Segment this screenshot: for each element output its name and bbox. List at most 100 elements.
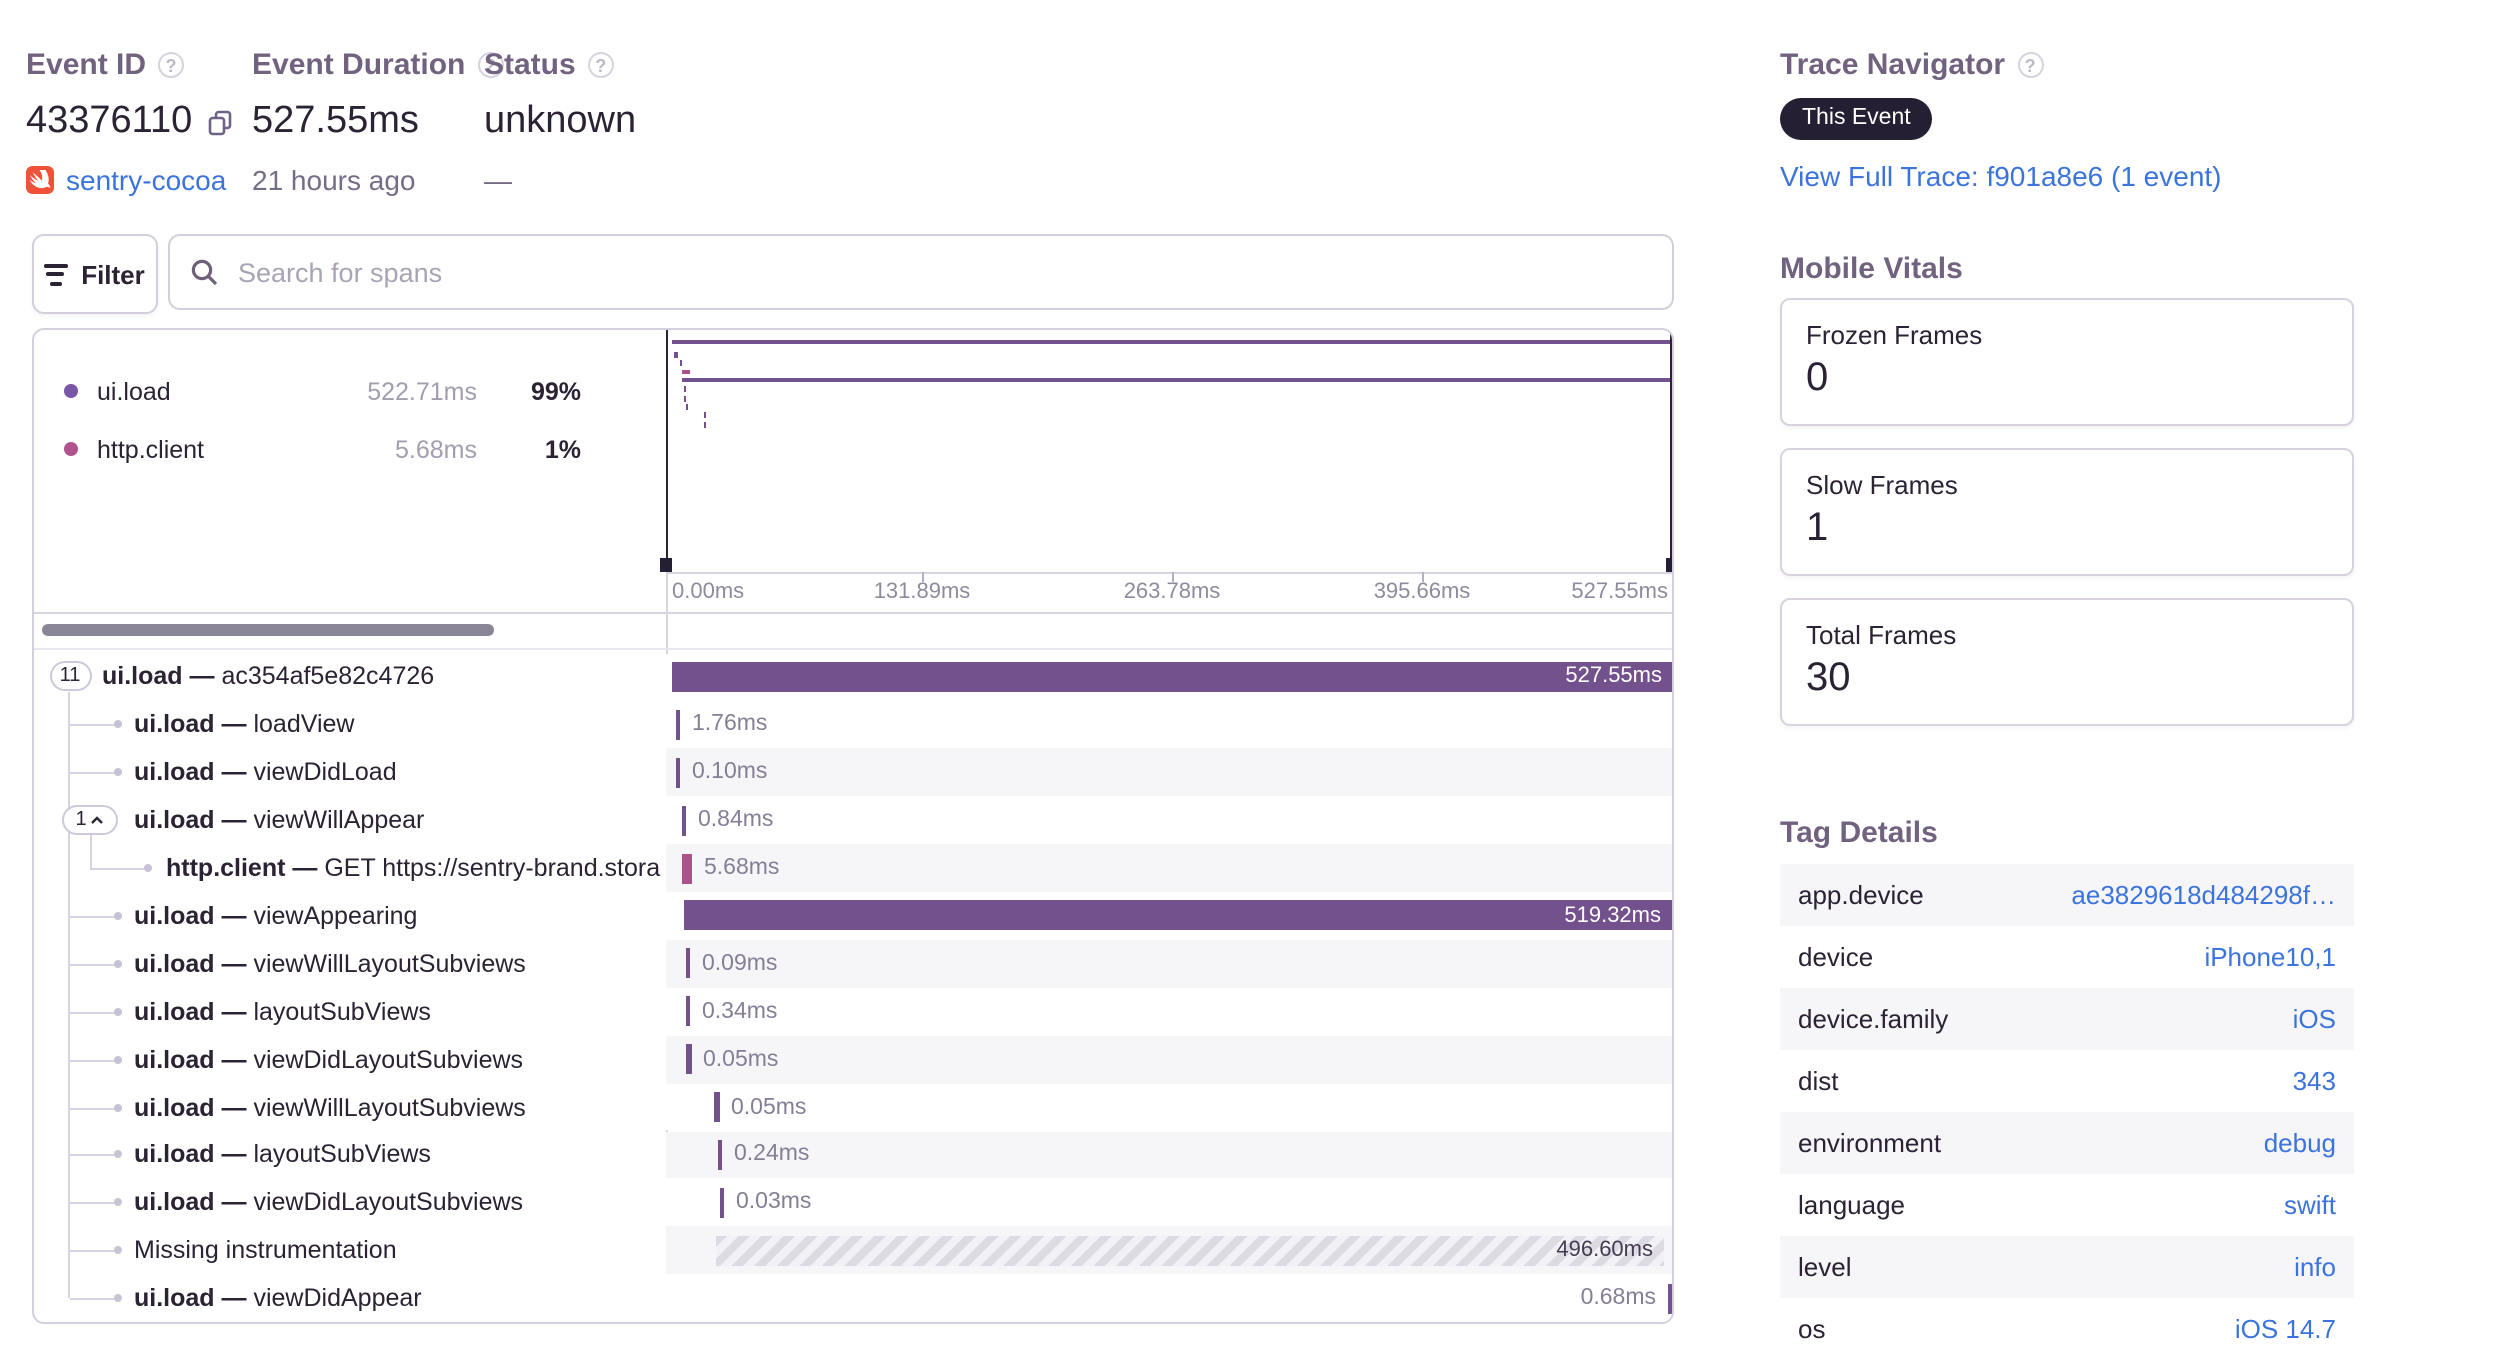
span-duration-label: 0.24ms: [734, 1142, 810, 1167]
tag-key: device: [1798, 941, 1874, 971]
span-row[interactable]: ui.load — viewDidLayoutSubviews 0.03ms: [33, 1178, 1672, 1227]
tag-value-link[interactable]: iOS: [2293, 987, 2336, 1049]
minimap-left-handle[interactable]: [665, 330, 668, 570]
tag-value-link[interactable]: swift: [2284, 1173, 2336, 1235]
scroll-row-border: [33, 648, 1672, 650]
axis-tick-label: 131.89ms: [873, 580, 971, 604]
filter-button[interactable]: Filter: [31, 234, 157, 314]
tag-value-link[interactable]: info: [2294, 1235, 2336, 1297]
minimap-right-handle-nub[interactable]: [1665, 557, 1673, 571]
tree-connector: [69, 724, 117, 727]
axis-tick-label: 395.66ms: [1373, 580, 1471, 604]
span-row[interactable]: ui.load — viewDidLayoutSubviews 0.05ms: [33, 1035, 1672, 1084]
span-row-background: [665, 1274, 1672, 1322]
span-description: ui.load — viewDidLayoutSubviews: [134, 1188, 524, 1217]
span-row[interactable]: ui.load — loadView 1.76ms: [33, 700, 1672, 749]
help-icon[interactable]: ?: [2017, 52, 2044, 78]
span-duration-label: 527.55ms: [1565, 664, 1662, 689]
span-row-background: [665, 748, 1672, 797]
event-time-ago: 21 hours ago: [252, 164, 416, 196]
vital-card-label: Frozen Frames: [1806, 319, 1983, 349]
minimap-span-mark: [681, 377, 1671, 381]
span-tree-cell: ui.load — layoutSubViews: [33, 988, 665, 1036]
copy-icon[interactable]: [208, 109, 232, 135]
span-row[interactable]: 11 ui.load — ac354af5e82c4726 527.55ms: [33, 653, 1672, 701]
span-row[interactable]: ui.load — viewAppearing 519.32ms: [33, 892, 1672, 940]
axis-tick-label: 263.78ms: [1123, 580, 1221, 604]
minimap-span-mark: [683, 386, 685, 392]
trace-waterfall-panel: ui.load 522.71ms 99% http.client 5.68ms 1% 0.…: [31, 328, 1674, 1323]
span-duration-bar: [685, 948, 690, 979]
span-duration-bar: [1667, 1283, 1672, 1314]
span-row[interactable]: Missing instrumentation 496.60ms: [33, 1226, 1672, 1275]
help-icon[interactable]: ?: [158, 52, 185, 78]
legend-item[interactable]: http.client 5.68ms 1%: [33, 433, 665, 469]
span-duration-label: 5.68ms: [704, 856, 780, 881]
tree-connector: [69, 1298, 117, 1301]
horizontal-scrollbar-thumb[interactable]: [42, 624, 494, 635]
vital-card-label: Slow Frames: [1806, 469, 1958, 499]
span-duration-label: 0.84ms: [698, 808, 774, 833]
span-tree-cell: ui.load — viewDidLoad: [33, 749, 665, 797]
tree-connector-dot: [113, 720, 121, 729]
tree-connector-dot: [113, 1103, 121, 1112]
tag-key: device.family: [1798, 1003, 1949, 1033]
span-duration-bar: [686, 1044, 691, 1075]
event-duration-value: 527.55ms: [252, 100, 419, 142]
span-duration-bar: [681, 853, 692, 884]
tag-value-link[interactable]: iPhone10,1: [2204, 925, 2336, 987]
event-duration-section: Event Duration ? 527.55ms 21 hours ago: [252, 48, 504, 196]
span-tree-cell: ui.load — viewWillLayoutSubviews: [33, 940, 665, 988]
span-count-badge[interactable]: 1: [62, 805, 118, 836]
sentry-span-detail-view: Event ID ? 43376110 sentry-cocoa Event D…: [0, 0, 2494, 1366]
span-duration-label: 519.32ms: [1564, 903, 1661, 928]
span-count-badge[interactable]: 11: [49, 661, 91, 692]
minimap-left-handle-nub[interactable]: [660, 557, 672, 571]
span-row[interactable]: http.client — GET https://sentry-brand.s…: [33, 844, 1672, 892]
axis-bottom-border: [33, 612, 1672, 614]
view-full-trace-link[interactable]: View Full Trace: f901a8e6 (1 event): [1780, 160, 2222, 192]
tag-value-link[interactable]: iOS 14.7: [2235, 1297, 2336, 1359]
tag-value-link[interactable]: 343: [2293, 1049, 2336, 1111]
span-duration-bar: [717, 1139, 722, 1170]
swift-icon: [26, 166, 54, 194]
search-spans-box: [168, 234, 1674, 310]
tag-row: language swift: [1780, 1173, 2354, 1235]
span-row[interactable]: 1 ui.load — viewWillAppear 0.84ms: [33, 796, 1672, 845]
legend-item[interactable]: ui.load 522.71ms 99%: [33, 376, 665, 412]
tag-value-link[interactable]: debug: [2264, 1111, 2336, 1173]
this-event-badge[interactable]: This Event: [1780, 98, 1933, 140]
span-row[interactable]: ui.load — layoutSubViews 0.24ms: [33, 1131, 1672, 1179]
trace-minimap[interactable]: [665, 330, 1672, 572]
tree-connector: [69, 915, 117, 918]
span-row[interactable]: ui.load — viewWillLayoutSubviews 0.05ms: [33, 1083, 1672, 1131]
vital-card-value: 30: [1806, 655, 1851, 699]
search-spans-input[interactable]: [234, 255, 1652, 289]
minimap-span-mark: [672, 339, 1672, 343]
span-description: ui.load — layoutSubViews: [134, 997, 431, 1026]
span-row-background: [665, 987, 1672, 1036]
tag-key: os: [1798, 1313, 1826, 1343]
span-duration-label: 0.05ms: [731, 1095, 807, 1120]
status-sub: —: [484, 164, 512, 196]
tree-connector: [69, 772, 117, 775]
axis-tick-label: 0.00ms: [672, 580, 745, 604]
minimap-right-handle[interactable]: [1670, 330, 1673, 570]
project-link[interactable]: sentry-cocoa: [66, 164, 226, 196]
span-tree-cell: ui.load — viewDidLayoutSubviews: [33, 1179, 665, 1227]
help-icon[interactable]: ?: [587, 52, 614, 78]
vital-card-label: Total Frames: [1806, 619, 1957, 649]
span-row[interactable]: ui.load — viewDidLoad 0.10ms: [33, 748, 1672, 797]
span-description: ui.load — viewWillLayoutSubviews: [134, 949, 526, 978]
span-row[interactable]: ui.load — viewDidAppear 0.68ms: [33, 1274, 1672, 1322]
span-duration-bar: [714, 1092, 719, 1123]
span-row[interactable]: ui.load — viewWillLayoutSubviews 0.09ms: [33, 939, 1672, 988]
tree-connector-dot: [113, 768, 121, 777]
span-duration-label: 0.03ms: [736, 1190, 812, 1215]
span-row[interactable]: ui.load — layoutSubViews 0.34ms: [33, 987, 1672, 1036]
legend-percent: 1%: [544, 435, 581, 463]
tag-value-link[interactable]: ae3829618d484298f…: [2071, 863, 2336, 925]
tree-connector: [69, 1059, 117, 1062]
tag-details-title: Tag Details: [1780, 816, 1938, 850]
span-duration-bar: [719, 1187, 724, 1218]
